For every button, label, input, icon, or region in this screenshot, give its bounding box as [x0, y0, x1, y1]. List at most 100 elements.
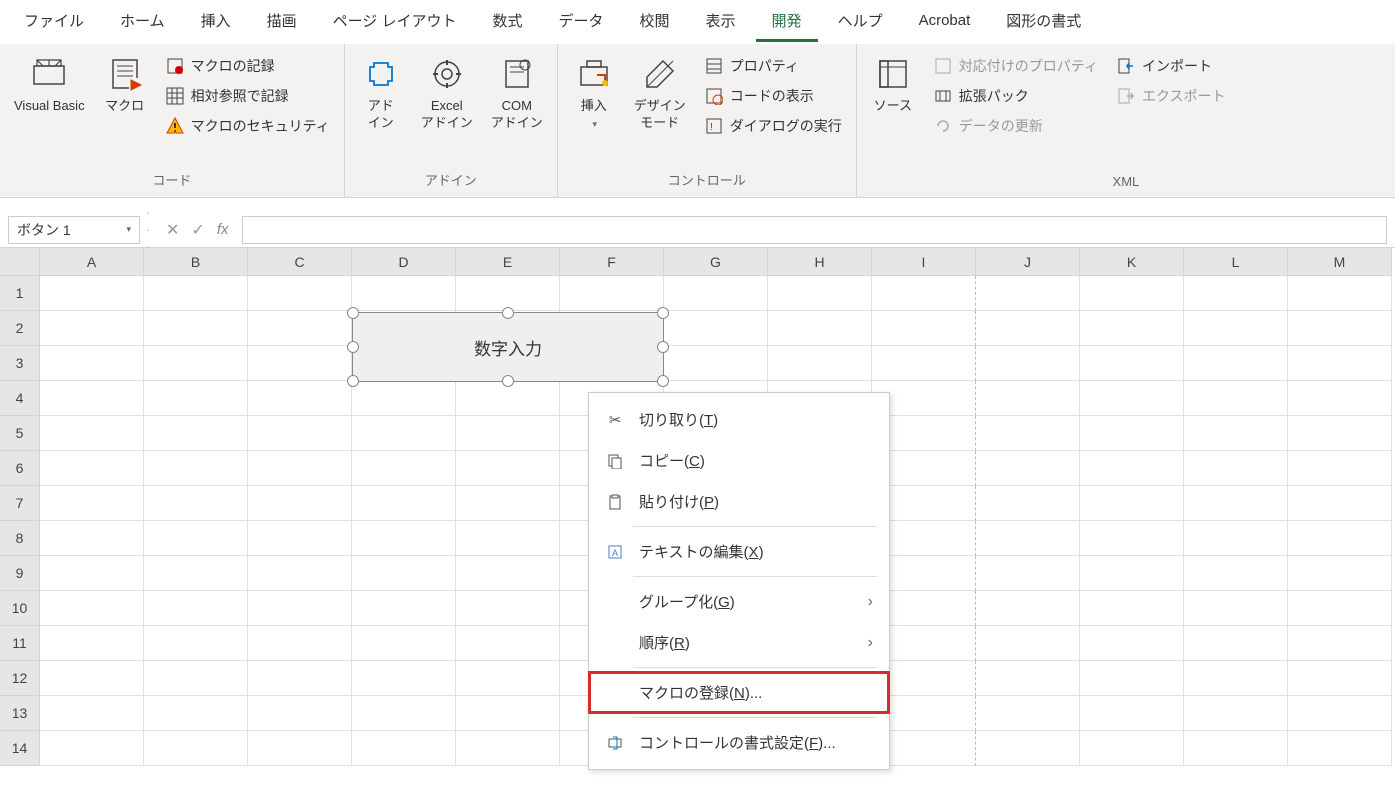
cell[interactable] — [248, 486, 352, 521]
tab-file[interactable]: ファイル — [8, 2, 100, 42]
cell[interactable] — [456, 521, 560, 556]
cell[interactable] — [1080, 731, 1184, 766]
col-header[interactable]: C — [248, 248, 352, 276]
cell[interactable] — [40, 731, 144, 766]
cell[interactable] — [456, 486, 560, 521]
cell[interactable] — [976, 311, 1080, 346]
cell[interactable] — [144, 626, 248, 661]
row-header[interactable]: 2 — [0, 311, 40, 346]
cell[interactable] — [248, 626, 352, 661]
cell[interactable] — [1288, 346, 1392, 381]
cell[interactable] — [352, 521, 456, 556]
cell[interactable] — [1080, 311, 1184, 346]
source-button[interactable]: ソース — [865, 50, 921, 119]
cell[interactable] — [1184, 276, 1288, 311]
cell[interactable] — [1080, 416, 1184, 451]
cell[interactable] — [40, 311, 144, 346]
cell[interactable] — [144, 416, 248, 451]
cell[interactable] — [872, 276, 976, 311]
cell[interactable] — [1184, 626, 1288, 661]
cell[interactable] — [456, 451, 560, 486]
cell[interactable] — [144, 276, 248, 311]
properties-button[interactable]: プロパティ — [698, 52, 848, 80]
visual-basic-button[interactable]: Visual Basic — [8, 50, 91, 119]
cell[interactable] — [976, 346, 1080, 381]
cell[interactable] — [248, 346, 352, 381]
cell[interactable] — [40, 486, 144, 521]
cell[interactable] — [1184, 521, 1288, 556]
cell[interactable] — [352, 556, 456, 591]
row-header[interactable]: 4 — [0, 381, 40, 416]
cell[interactable] — [1288, 451, 1392, 486]
cell[interactable] — [1080, 486, 1184, 521]
resize-handle[interactable] — [502, 375, 514, 387]
cell[interactable] — [352, 591, 456, 626]
col-header[interactable]: A — [40, 248, 144, 276]
cell[interactable] — [352, 626, 456, 661]
col-header[interactable]: G — [664, 248, 768, 276]
cell[interactable] — [1184, 591, 1288, 626]
cell[interactable] — [352, 381, 456, 416]
cell[interactable] — [352, 696, 456, 731]
cell[interactable] — [144, 661, 248, 696]
cell[interactable] — [352, 451, 456, 486]
col-header[interactable]: H — [768, 248, 872, 276]
cell[interactable] — [1080, 521, 1184, 556]
cell[interactable] — [1288, 311, 1392, 346]
row-header[interactable]: 1 — [0, 276, 40, 311]
col-header[interactable]: D — [352, 248, 456, 276]
row-header[interactable]: 6 — [0, 451, 40, 486]
cell[interactable] — [1184, 346, 1288, 381]
tab-home[interactable]: ホーム — [104, 2, 181, 42]
cell[interactable] — [664, 311, 768, 346]
cell[interactable] — [1184, 311, 1288, 346]
formula-input[interactable] — [242, 216, 1387, 244]
tab-page-layout[interactable]: ページ レイアウト — [317, 2, 473, 42]
cell[interactable] — [976, 521, 1080, 556]
col-header[interactable]: E — [456, 248, 560, 276]
cell[interactable] — [248, 451, 352, 486]
design-mode-button[interactable]: デザイン モード — [628, 50, 692, 136]
tab-draw[interactable]: 描画 — [251, 2, 313, 42]
row-header[interactable]: 10 — [0, 591, 40, 626]
row-header[interactable]: 3 — [0, 346, 40, 381]
resize-handle[interactable] — [657, 307, 669, 319]
cell[interactable] — [40, 276, 144, 311]
cell[interactable] — [456, 626, 560, 661]
cell[interactable] — [976, 626, 1080, 661]
cell[interactable] — [768, 311, 872, 346]
col-header[interactable]: L — [1184, 248, 1288, 276]
cell[interactable] — [1184, 381, 1288, 416]
cell[interactable] — [664, 276, 768, 311]
tab-view[interactable]: 表示 — [690, 2, 752, 42]
cell[interactable] — [40, 696, 144, 731]
row-header[interactable]: 14 — [0, 731, 40, 766]
fx-icon[interactable]: fx — [217, 221, 229, 238]
name-box[interactable]: ボタン 1 ▾ — [8, 216, 140, 244]
cell[interactable] — [352, 661, 456, 696]
col-header[interactable]: F — [560, 248, 664, 276]
expansion-pack-button[interactable]: 拡張パック — [927, 82, 1104, 110]
cell[interactable] — [248, 696, 352, 731]
cell[interactable] — [976, 661, 1080, 696]
cell[interactable] — [456, 416, 560, 451]
addins-button[interactable]: アド イン — [353, 50, 409, 136]
cell[interactable] — [248, 521, 352, 556]
row-header[interactable]: 12 — [0, 661, 40, 696]
cell[interactable] — [1080, 451, 1184, 486]
cell[interactable] — [40, 451, 144, 486]
cell[interactable] — [1288, 486, 1392, 521]
cell[interactable] — [352, 416, 456, 451]
form-button-control[interactable]: 数字入力 — [352, 312, 664, 382]
cell[interactable] — [664, 346, 768, 381]
record-macro-button[interactable]: マクロの記録 — [159, 52, 336, 80]
resize-handle[interactable] — [502, 307, 514, 319]
cell[interactable] — [1184, 416, 1288, 451]
cell[interactable] — [40, 521, 144, 556]
cell[interactable] — [352, 731, 456, 766]
resize-handle[interactable] — [657, 341, 669, 353]
enter-icon[interactable]: ✓ — [191, 220, 204, 240]
cell[interactable] — [560, 276, 664, 311]
cell[interactable] — [1184, 696, 1288, 731]
cell[interactable] — [40, 626, 144, 661]
